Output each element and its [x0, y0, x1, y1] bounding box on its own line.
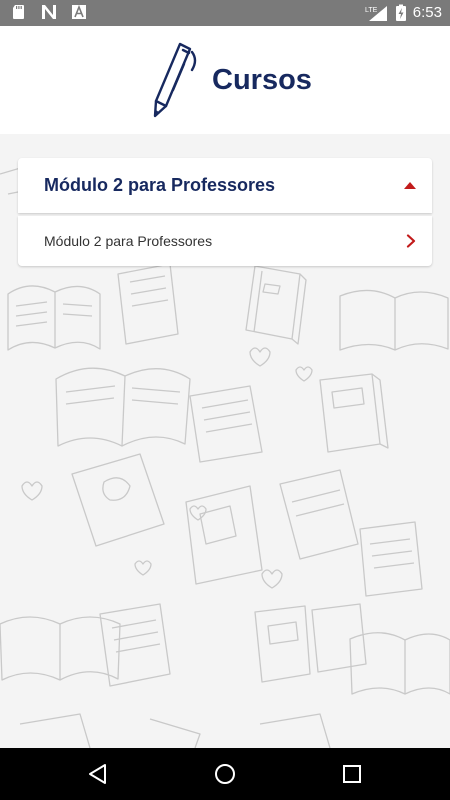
page-title: Cursos — [212, 63, 312, 96]
app-header: Cursos — [0, 26, 450, 134]
accordion-section-header[interactable]: Módulo 2 para Professores — [18, 158, 432, 213]
status-notifications — [10, 3, 88, 21]
a-notification-icon — [72, 4, 86, 19]
signal-icon: LTE — [365, 6, 387, 21]
status-time: 6:53 — [412, 4, 442, 21]
status-system: LTE 6:53 — [365, 3, 442, 23]
course-item-label: Módulo 2 para Professores — [44, 233, 213, 249]
battery-charging-icon — [395, 4, 406, 21]
list-item-course[interactable]: Módulo 2 para Professores — [18, 216, 432, 266]
course-accordion: Módulo 2 para Professores Módulo 2 para … — [18, 158, 432, 266]
recents-icon[interactable] — [340, 762, 364, 786]
back-icon[interactable] — [86, 762, 110, 786]
header-brand: Cursos — [152, 40, 312, 120]
status-bar: LTE 6:53 — [0, 0, 450, 26]
system-nav-bar — [0, 748, 450, 800]
chevron-right-icon — [406, 234, 416, 248]
network-type-label: LTE — [365, 7, 378, 14]
content-area: Módulo 2 para Professores Módulo 2 para … — [0, 134, 450, 748]
section-title: Módulo 2 para Professores — [44, 175, 276, 195]
home-icon[interactable] — [213, 762, 237, 786]
pencil-icon — [153, 42, 197, 118]
sd-card-icon — [13, 5, 24, 19]
n-notification-icon — [42, 5, 56, 19]
caret-up-icon — [404, 182, 416, 189]
